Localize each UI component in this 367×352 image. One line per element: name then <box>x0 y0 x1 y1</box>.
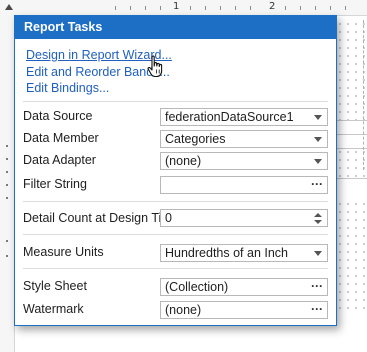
measure-units-value: Hundredths of an Inch <box>165 246 288 260</box>
report-tasks-panel: Report Tasks Design in Report Wizard... … <box>14 15 337 326</box>
data-member-label: Data Member <box>23 131 99 145</box>
chevron-down-icon[interactable] <box>314 251 322 256</box>
data-source-label: Data Source <box>23 109 93 123</box>
data-member-value: Categories <box>165 132 226 146</box>
divider <box>23 268 328 269</box>
watermark-label: Watermark <box>23 302 84 316</box>
style-sheet-label: Style Sheet <box>23 279 87 293</box>
chevron-down-icon[interactable] <box>314 137 322 142</box>
chevron-down-icon[interactable] <box>314 159 322 164</box>
ruler-mark-1: 1 <box>173 1 180 12</box>
chevron-down-icon[interactable] <box>314 115 322 120</box>
filter-string-label: Filter String <box>23 177 87 191</box>
spin-up-icon[interactable] <box>314 213 322 217</box>
data-source-select[interactable]: federationDataSource1 <box>160 108 328 126</box>
ellipsis-icon[interactable]: … <box>311 298 324 314</box>
measure-units-label: Measure Units <box>23 245 104 259</box>
ellipsis-icon[interactable]: … <box>311 275 324 291</box>
divider <box>23 201 328 202</box>
panel-title: Report Tasks <box>15 16 336 39</box>
spin-down-icon[interactable] <box>314 220 322 224</box>
divider <box>23 234 328 235</box>
watermark-value: (none) <box>165 303 202 317</box>
style-sheet-value: (Collection) <box>165 280 229 294</box>
detail-count-label: Detail Count at Design Time <box>23 211 179 225</box>
measure-units-select[interactable]: Hundredths of an Inch <box>160 244 328 262</box>
edit-bindings-link[interactable]: Edit Bindings... <box>26 81 109 95</box>
data-member-select[interactable]: Categories <box>160 130 328 148</box>
ruler-mark-2: 2 <box>269 1 276 12</box>
style-sheet-field[interactable]: (Collection) … <box>160 275 328 296</box>
watermark-field[interactable]: (none) … <box>160 298 328 319</box>
filter-string-field[interactable]: … <box>160 173 328 194</box>
data-adapter-value: (none) <box>165 154 202 168</box>
data-adapter-select[interactable]: (none) <box>160 152 328 170</box>
data-adapter-label: Data Adapter <box>23 153 96 167</box>
ruler-marker-icon[interactable] <box>5 4 13 10</box>
data-source-value: federationDataSource1 <box>165 110 294 124</box>
ellipsis-icon[interactable]: … <box>311 173 324 189</box>
horizontal-ruler: 1 2 <box>0 0 367 16</box>
vertical-ruler <box>0 15 15 352</box>
divider <box>23 101 328 102</box>
detail-count-spinner[interactable]: 0 <box>160 209 328 227</box>
hand-pointer-icon <box>147 55 163 78</box>
detail-count-value: 0 <box>165 211 172 225</box>
